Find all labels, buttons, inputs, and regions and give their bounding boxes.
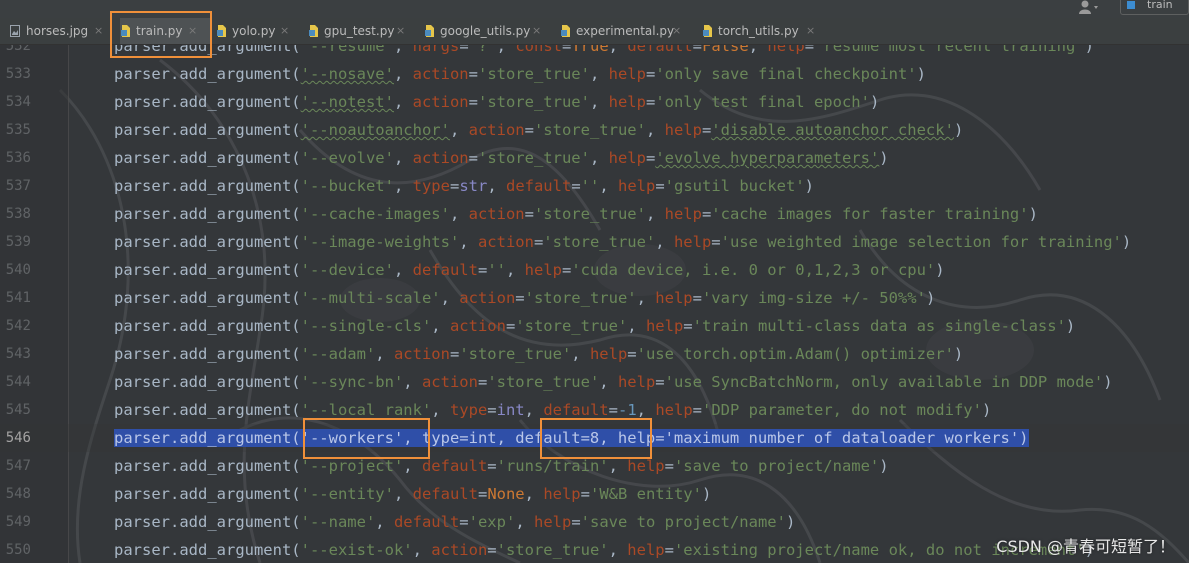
csdn-watermark: CSDN @青春可短暂了！ (996, 537, 1175, 556)
code-line[interactable]: 544 parser.add_argument('--sync-bn', acti… (0, 368, 1189, 396)
line-number: 538 (5, 206, 31, 222)
code-text: parser.add_argument('--resume', nargs='?… (114, 44, 1094, 55)
code-line[interactable]: 532 parser.add_argument('--resume', nargs… (0, 44, 1189, 60)
line-number: 546 (5, 430, 31, 446)
code-text: parser.add_argument('--entity', default=… (114, 485, 712, 503)
python-file-icon (217, 25, 226, 37)
line-number: 548 (5, 486, 31, 502)
tab-horses-jpg[interactable]: horses.jpg × (10, 18, 114, 44)
line-number: 543 (5, 346, 31, 362)
code-line[interactable]: 537 parser.add_argument('--bucket', type=… (0, 172, 1189, 200)
line-number: 539 (5, 234, 31, 250)
line-number: 536 (5, 150, 31, 166)
code-text: parser.add_argument('--cache-images', ac… (114, 205, 1038, 223)
close-icon[interactable]: × (188, 18, 197, 44)
close-icon[interactable]: × (94, 18, 103, 44)
code-text: parser.add_argument('--sync-bn', action=… (114, 373, 1113, 391)
line-number: 547 (5, 458, 31, 474)
tab-gpu-test-py[interactable]: gpu_test.py × (308, 18, 418, 44)
code-text: parser.add_argument('--adam', action='st… (114, 345, 964, 363)
tab-label: train.py (136, 24, 183, 38)
tab-label: google_utils.py (440, 24, 531, 38)
code-text: parser.add_argument('--nosave', action='… (114, 65, 926, 83)
run-config-selector[interactable]: train (1120, 0, 1189, 15)
image-file-icon (10, 25, 20, 37)
code-line[interactable]: 534 parser.add_argument('--notest', actio… (0, 88, 1189, 116)
python-file-icon (561, 25, 570, 37)
tab-label: yolo.py (232, 24, 276, 38)
code-line[interactable]: 547 parser.add_argument('--project', defa… (0, 452, 1189, 480)
tab-label: horses.jpg (26, 24, 89, 38)
code-text: parser.add_argument('--image-weights', a… (114, 233, 1132, 251)
close-icon[interactable]: × (396, 18, 405, 44)
code-line[interactable]: 542 parser.add_argument('--single-cls', a… (0, 312, 1189, 340)
tab-google-utils-py[interactable]: google_utils.py × (424, 18, 554, 44)
code-text: parser.add_argument('--exist-ok', action… (114, 541, 1094, 559)
code-line[interactable]: 536 parser.add_argument('--evolve', actio… (0, 144, 1189, 172)
tab-torch-utils-py[interactable]: torch_utils.py × (702, 18, 826, 44)
code-text: parser.add_argument('--evolve', action='… (114, 149, 889, 167)
python-file-icon (121, 25, 130, 37)
code-line[interactable]: 543 parser.add_argument('--adam', action=… (0, 340, 1189, 368)
close-icon[interactable]: × (280, 18, 289, 44)
code-line[interactable]: 539 parser.add_argument('--image-weights'… (0, 228, 1189, 256)
code-line[interactable]: 546 parser.add_argument('--workers', type… (0, 424, 1189, 452)
line-number: 549 (5, 514, 31, 530)
tab-label: gpu_test.py (324, 24, 395, 38)
tab-train-py[interactable]: train.py × (120, 18, 210, 44)
line-number: 545 (5, 402, 31, 418)
main-toolbar: train (0, 0, 1189, 18)
python-file-icon (703, 25, 712, 37)
line-number: 537 (5, 178, 31, 194)
code-line[interactable]: 549 parser.add_argument('--name', default… (0, 508, 1189, 536)
line-number: 542 (5, 318, 31, 334)
line-number: 550 (5, 542, 31, 558)
line-number: 544 (5, 374, 31, 390)
run-config-label: train (1147, 0, 1173, 11)
tab-experimental-py[interactable]: experimental.py × (560, 18, 692, 44)
python-file-icon (309, 25, 318, 37)
line-number: 532 (5, 44, 31, 54)
tab-label: torch_utils.py (718, 24, 799, 38)
python-file-icon (425, 25, 434, 37)
code-line[interactable]: 545 parser.add_argument('--local_rank', t… (0, 396, 1189, 424)
close-icon[interactable]: × (672, 18, 681, 44)
code-text: parser.add_argument('--noautoanchor', ac… (114, 121, 964, 139)
user-icon[interactable] (1077, 0, 1101, 14)
code-text: parser.add_argument('--single-cls', acti… (114, 317, 1076, 335)
editor-tab-bar: horses.jpg × train.py × yolo.py × gpu_te… (0, 18, 1189, 45)
code-text: parser.add_argument('--bucket', type=str… (114, 177, 814, 195)
code-text: parser.add_argument('--project', default… (114, 457, 889, 475)
line-number: 540 (5, 262, 31, 278)
tab-label: experimental.py (576, 24, 675, 38)
code-text: parser.add_argument('--notest', action='… (114, 93, 880, 111)
code-line[interactable]: 535 parser.add_argument('--noautoanchor',… (0, 116, 1189, 144)
close-icon[interactable]: × (806, 18, 815, 44)
code-line[interactable]: 538 parser.add_argument('--cache-images',… (0, 200, 1189, 228)
code-line[interactable]: 548 parser.add_argument('--entity', defau… (0, 480, 1189, 508)
code-line[interactable]: 541 parser.add_argument('--multi-scale', … (0, 284, 1189, 312)
code-text: parser.add_argument('--local_rank', type… (114, 401, 992, 419)
code-line[interactable]: 540 parser.add_argument('--device', defau… (0, 256, 1189, 284)
python-config-icon (1127, 1, 1135, 9)
line-number: 533 (5, 66, 31, 82)
close-icon[interactable]: × (532, 18, 541, 44)
selected-code-text: parser.add_argument('--workers', type=in… (114, 429, 1029, 447)
line-number: 535 (5, 122, 31, 138)
code-text: parser.add_argument('--name', default='e… (114, 513, 796, 531)
code-text: parser.add_argument('--multi-scale', act… (114, 289, 936, 307)
code-text: parser.add_argument('--device', default=… (114, 261, 945, 279)
code-line[interactable]: 533 parser.add_argument('--nosave', actio… (0, 60, 1189, 88)
tab-yolo-py[interactable]: yolo.py × (216, 18, 302, 44)
line-number: 541 (5, 290, 31, 306)
code-editor[interactable]: 532 parser.add_argument('--resume', nargs… (0, 44, 1189, 563)
line-number: 534 (5, 94, 31, 110)
